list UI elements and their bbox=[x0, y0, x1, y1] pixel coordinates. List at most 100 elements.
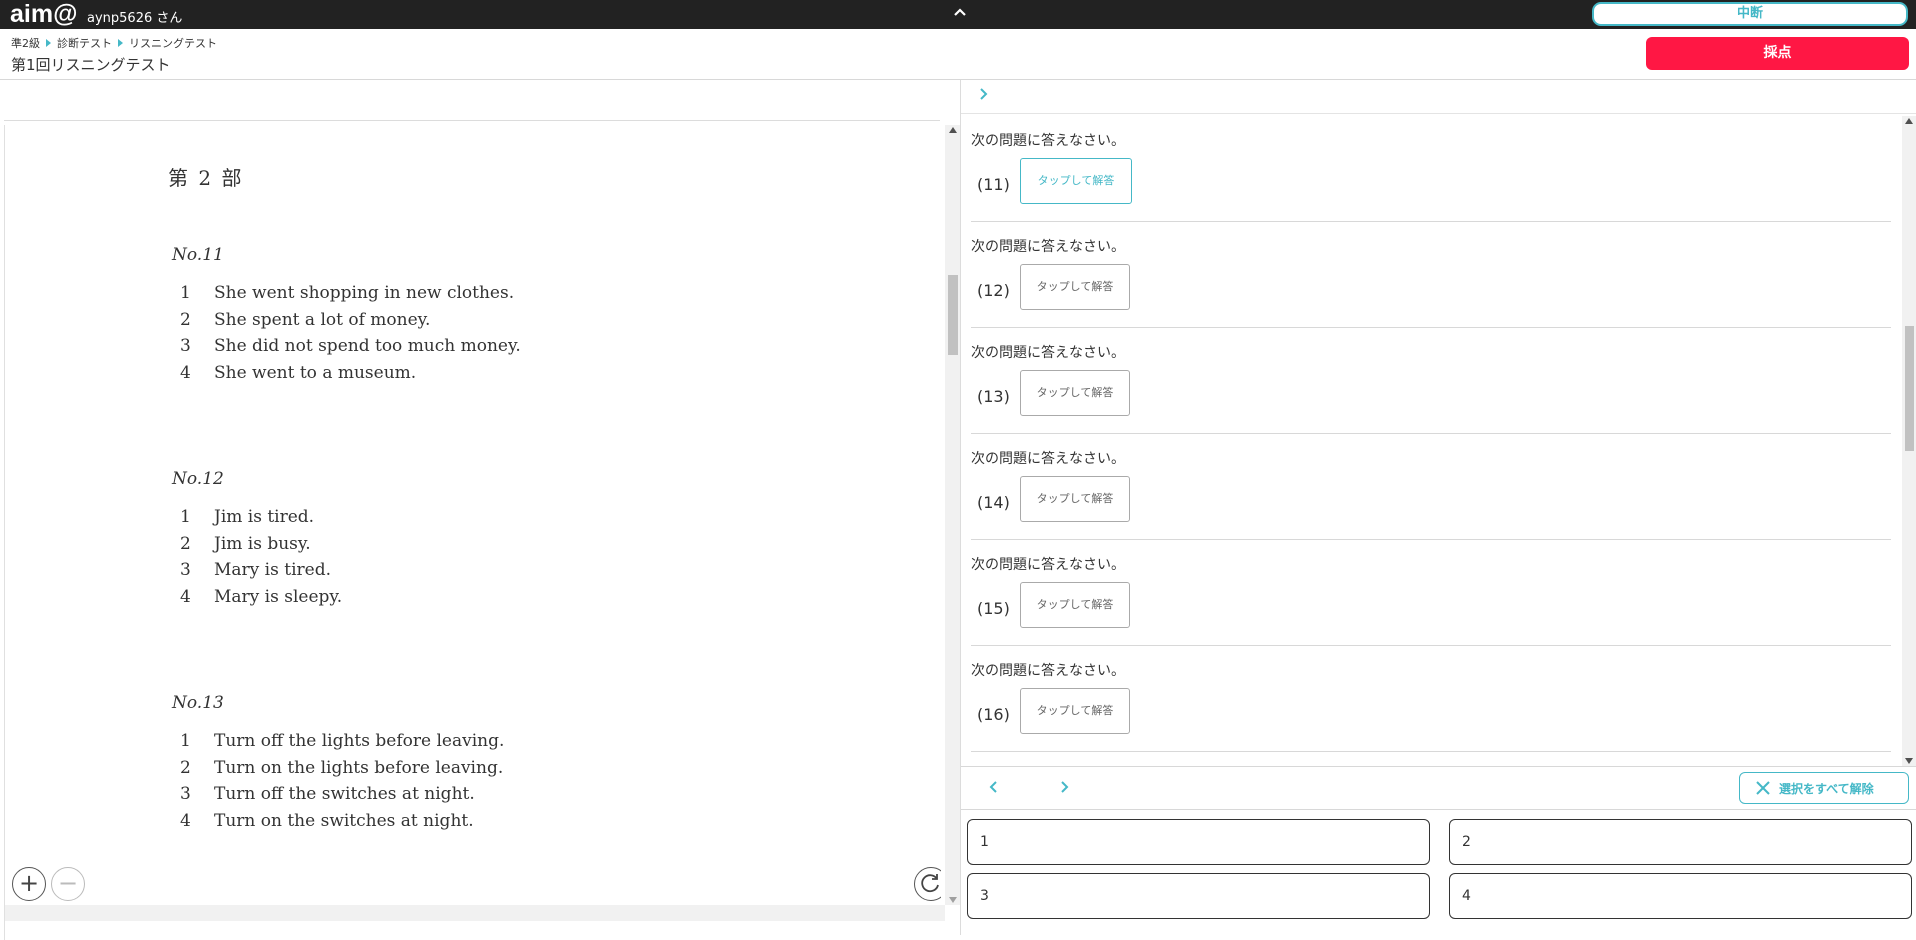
viewer-toolbar-divider bbox=[4, 120, 940, 121]
choice-button-1[interactable]: 1 bbox=[967, 819, 1430, 865]
option-text: Turn on the switches at night. bbox=[214, 811, 474, 831]
breadcrumb-item-grade[interactable]: 準2級 bbox=[11, 35, 40, 51]
option-line: 2 Jim is busy. bbox=[180, 534, 311, 554]
option-number: 4 bbox=[180, 811, 191, 831]
chevron-right-icon[interactable] bbox=[975, 86, 991, 102]
chevron-left-icon[interactable] bbox=[986, 779, 1002, 795]
question-prompt: 次の問題に答えなさい。 bbox=[971, 663, 1125, 679]
option-text: Turn off the lights before leaving. bbox=[214, 731, 505, 751]
question-prompt: 次の問題に答えなさい。 bbox=[971, 345, 1125, 361]
scroll-thumb[interactable] bbox=[948, 275, 958, 355]
breadcrumb: 準2級 診断テスト リスニングテスト bbox=[11, 35, 217, 51]
option-text: She went shopping in new clothes. bbox=[214, 283, 515, 303]
option-text: Turn on the lights before leaving. bbox=[214, 758, 504, 778]
option-number: 2 bbox=[180, 758, 191, 778]
question-item: 次の問題に答えなさい。 (14) タップして解答 bbox=[971, 434, 1891, 540]
option-number: 4 bbox=[180, 587, 191, 607]
answer-pane-divider bbox=[961, 113, 1916, 114]
nav-divider bbox=[961, 766, 1916, 767]
tap-to-answer-button[interactable]: タップして解答 bbox=[1020, 582, 1130, 628]
option-line: 1 Jim is tired. bbox=[180, 507, 314, 527]
top-bar: aim@ aynp5626 さん 中断 bbox=[0, 0, 1916, 29]
page-title: 第1回リスニングテスト bbox=[11, 56, 171, 74]
question-prompt: 次の問題に答えなさい。 bbox=[971, 133, 1125, 149]
tap-to-answer-button[interactable]: タップして解答 bbox=[1020, 370, 1130, 416]
option-text: Turn off the switches at night. bbox=[214, 784, 475, 804]
option-text: Jim is tired. bbox=[214, 507, 315, 527]
option-line: 1 Turn off the lights before leaving. bbox=[180, 731, 504, 751]
scroll-down-arrow-icon[interactable] bbox=[949, 897, 957, 903]
question-prompt: 次の問題に答えなさい。 bbox=[971, 451, 1125, 467]
question-item: 次の問題に答えなさい。 (13) タップして解答 bbox=[971, 328, 1891, 434]
question-item: 次の問題に答えなさい。 (15) タップして解答 bbox=[971, 540, 1891, 646]
clear-all-selections-button[interactable]: 選択をすべて解除 bbox=[1739, 772, 1909, 804]
scroll-up-arrow-icon[interactable] bbox=[1905, 118, 1913, 124]
option-text: She went to a museum. bbox=[214, 363, 417, 383]
option-text: She did not spend too much money. bbox=[214, 336, 521, 356]
option-number: 2 bbox=[180, 310, 191, 330]
option-number: 1 bbox=[180, 283, 191, 303]
document-vertical-scrollbar[interactable] bbox=[945, 125, 961, 905]
question-prompt: 次の問題に答えなさい。 bbox=[971, 239, 1125, 255]
question-item: 次の問題に答えなさい。 (16) タップして解答 bbox=[971, 646, 1891, 752]
clear-all-label: 選択をすべて解除 bbox=[1779, 781, 1874, 796]
breadcrumb-separator-icon bbox=[118, 39, 123, 47]
aim-logo: aim@ bbox=[10, 0, 78, 28]
question-label: (11) bbox=[977, 175, 1010, 194]
grade-button[interactable]: 採点 bbox=[1646, 37, 1909, 70]
scroll-down-arrow-icon[interactable] bbox=[1905, 758, 1913, 764]
tap-to-answer-button[interactable]: タップして解答 bbox=[1020, 688, 1130, 734]
choice-button-4[interactable]: 4 bbox=[1449, 873, 1912, 919]
answer-list-scrollbar[interactable] bbox=[1902, 116, 1916, 766]
tap-to-answer-button[interactable]: タップして解答 bbox=[1020, 264, 1130, 310]
question-prompt: 次の問題に答えなさい。 bbox=[971, 557, 1125, 573]
choice-button-2[interactable]: 2 bbox=[1449, 819, 1912, 865]
option-number: 3 bbox=[180, 336, 191, 356]
question-number: No.12 bbox=[172, 469, 224, 489]
chevron-up-icon[interactable] bbox=[952, 4, 968, 20]
option-text: Mary is tired. bbox=[214, 560, 331, 580]
question-item: 次の問題に答えなさい。 (11) タップして解答 bbox=[971, 116, 1891, 222]
option-line: 1 She went shopping in new clothes. bbox=[180, 283, 514, 303]
option-number: 2 bbox=[180, 534, 191, 554]
chevron-right-icon[interactable] bbox=[1056, 779, 1072, 795]
option-text: She spent a lot of money. bbox=[214, 310, 431, 330]
tap-to-answer-button[interactable]: タップして解答 bbox=[1020, 476, 1130, 522]
option-line: 2 Turn on the lights before leaving. bbox=[180, 758, 503, 778]
document-page: 第 2 部 No.11 1 She went shopping in new cl… bbox=[5, 125, 941, 905]
question-number: No.13 bbox=[172, 693, 224, 713]
question-label: (12) bbox=[977, 281, 1010, 300]
question-label: (15) bbox=[977, 599, 1010, 618]
suspend-button[interactable]: 中断 bbox=[1592, 2, 1908, 26]
breadcrumb-item-listening: リスニングテスト bbox=[129, 37, 217, 50]
option-line: 4 Turn on the switches at night. bbox=[180, 811, 474, 831]
option-line: 4 She went to a museum. bbox=[180, 363, 416, 383]
choices-divider bbox=[961, 809, 1916, 810]
zoom-out-button[interactable]: − bbox=[51, 867, 85, 901]
question-number: No.11 bbox=[172, 245, 224, 265]
option-text: Jim is busy. bbox=[214, 534, 311, 554]
breadcrumb-item-diagnostic[interactable]: 診断テスト bbox=[57, 35, 112, 51]
option-number: 3 bbox=[180, 560, 191, 580]
part-title: 第 2 部 bbox=[168, 166, 244, 190]
document-viewer: 第 2 部 No.11 1 She went shopping in new cl… bbox=[4, 125, 961, 940]
rotate-button[interactable] bbox=[914, 867, 941, 901]
question-item: 次の問題に答えなさい。 (12) タップして解答 bbox=[971, 222, 1891, 328]
question-label: (13) bbox=[977, 387, 1010, 406]
document-horizontal-scrollbar[interactable] bbox=[5, 905, 945, 921]
question-label: (16) bbox=[977, 705, 1010, 724]
option-line: 3 She did not spend too much money. bbox=[180, 336, 521, 356]
question-label: (14) bbox=[977, 493, 1010, 512]
scroll-thumb[interactable] bbox=[1905, 326, 1914, 451]
tap-to-answer-button[interactable]: タップして解答 bbox=[1020, 158, 1132, 204]
option-line: 3 Mary is tired. bbox=[180, 560, 331, 580]
scroll-up-arrow-icon[interactable] bbox=[949, 127, 957, 133]
document-pane: 第 2 部 No.11 1 She went shopping in new cl… bbox=[0, 80, 961, 940]
choice-button-3[interactable]: 3 bbox=[967, 873, 1430, 919]
zoom-in-button[interactable]: + bbox=[12, 867, 46, 901]
option-number: 4 bbox=[180, 363, 191, 383]
option-text: Mary is sleepy. bbox=[214, 587, 343, 607]
rotate-icon bbox=[921, 874, 939, 893]
answer-pane: 次の問題に答えなさい。 (11) タップして解答 次の問題に答えなさい。 (12… bbox=[961, 80, 1916, 935]
question-list: 次の問題に答えなさい。 (11) タップして解答 次の問題に答えなさい。 (12… bbox=[961, 116, 1902, 766]
